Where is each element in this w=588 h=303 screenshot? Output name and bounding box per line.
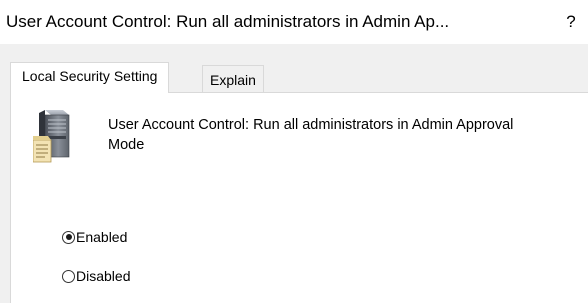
- title-bar: User Account Control: Run all administra…: [0, 0, 588, 44]
- policy-name-line1: User Account Control: Run all administra…: [108, 117, 514, 133]
- tab-local-security-setting[interactable]: Local Security Setting: [10, 62, 170, 93]
- tab-strip: Local Security Setting Explain: [0, 44, 588, 94]
- tab-explain[interactable]: Explain: [202, 65, 264, 92]
- window-title: User Account Control: Run all administra…: [6, 12, 450, 31]
- disabled-radio-option[interactable]: Disabled: [62, 268, 130, 284]
- disabled-radio-button[interactable]: [62, 269, 75, 283]
- enabled-label: Enabled: [76, 229, 128, 245]
- help-button[interactable]: ?: [557, 6, 585, 38]
- policy-name: User Account Control: Run all administra…: [108, 115, 588, 155]
- server-policy-icon: [31, 108, 73, 164]
- enabled-radio-option[interactable]: Enabled: [62, 229, 127, 245]
- enabled-radio-button[interactable]: [62, 230, 75, 244]
- policy-name-line2: Mode: [108, 137, 145, 153]
- disabled-label: Disabled: [76, 268, 131, 284]
